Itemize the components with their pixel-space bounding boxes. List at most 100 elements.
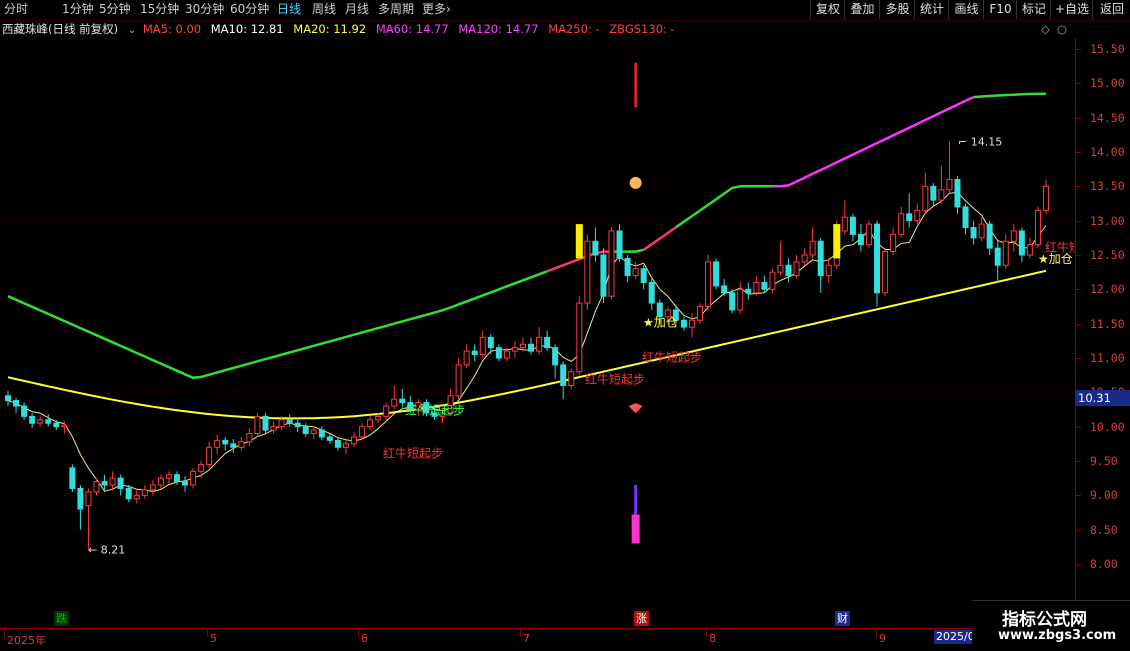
f10-button[interactable]: F10 xyxy=(983,0,1017,19)
candle-body xyxy=(254,415,261,435)
period-weekly[interactable]: 周线 xyxy=(312,1,336,18)
candle-body xyxy=(544,336,551,349)
overlay-button[interactable]: 叠加 xyxy=(844,0,880,19)
candle-body xyxy=(962,206,969,229)
period-5min[interactable]: 5分钟 xyxy=(99,1,131,18)
candle-body xyxy=(769,271,776,290)
date-tick-label: 2025年 xyxy=(7,634,46,647)
mark-button[interactable]: 标记 xyxy=(1016,0,1051,19)
period-15min[interactable]: 15分钟 xyxy=(140,1,179,18)
candle-body xyxy=(978,223,985,239)
price-tick-label: 15.00 xyxy=(1090,76,1125,91)
candle-body xyxy=(648,281,655,304)
price-tick-label: 14.00 xyxy=(1090,145,1125,159)
add-watchlist-button[interactable]: +自选 xyxy=(1050,0,1093,19)
candle-body xyxy=(117,477,124,489)
candle-body xyxy=(383,405,390,417)
signal-add-1: ★加仓 xyxy=(643,315,678,329)
event-badge-up[interactable]: 涨 xyxy=(634,611,649,626)
candle-body xyxy=(946,178,953,191)
price-tick-label: 11.00 xyxy=(1090,351,1125,365)
candle-body xyxy=(61,424,68,428)
candle-body xyxy=(1026,244,1033,256)
period-daily[interactable]: 日线 xyxy=(277,1,301,18)
candle-body xyxy=(359,426,366,438)
candle-body xyxy=(825,264,832,277)
candle-body xyxy=(149,484,156,491)
candle-body xyxy=(487,336,494,349)
candle-body xyxy=(294,422,301,428)
candle-body xyxy=(206,446,213,465)
candle-body xyxy=(93,481,100,493)
candle-body xyxy=(519,343,526,349)
candle-body xyxy=(552,347,559,366)
period-1min[interactable]: 1分钟 xyxy=(62,1,94,18)
ma-long-line xyxy=(7,269,1047,420)
stats-button[interactable]: 统计 xyxy=(914,0,949,19)
candle-body xyxy=(471,350,478,356)
candle-body xyxy=(133,494,140,500)
candle-body xyxy=(721,285,728,294)
back-button[interactable]: 返回 xyxy=(1092,0,1130,19)
period-monthly[interactable]: 月线 xyxy=(345,1,369,18)
candle-body xyxy=(970,227,977,239)
kline-chart[interactable]: ← 8.21⌐ 14.15红牛短起步红牛短起步红牛短起步红牛短起步★加仓★加仓红… xyxy=(0,20,1075,628)
candle-body xyxy=(230,443,237,448)
date-tick-label: 6 xyxy=(361,632,368,645)
candle-body xyxy=(1034,209,1041,246)
candle-body xyxy=(334,439,341,448)
candle-body xyxy=(608,230,615,297)
candle-body xyxy=(37,419,44,424)
date-tick-label: 5 xyxy=(210,632,217,645)
year-label-right: 2025/0 xyxy=(934,630,977,644)
draw-line-button[interactable]: 画线 xyxy=(948,0,984,19)
candle-body xyxy=(1043,185,1049,211)
candle-body xyxy=(640,268,647,283)
vol-bar-magenta xyxy=(631,514,640,544)
price-tick-label: 8.00 xyxy=(1090,557,1118,571)
candle-body xyxy=(914,209,921,222)
candle-body xyxy=(190,470,197,486)
candle-body xyxy=(302,426,309,435)
candle-body xyxy=(45,419,52,424)
date-tick-label: 8 xyxy=(709,632,716,645)
date-tick-mark xyxy=(358,629,359,637)
period-fenshi[interactable]: 分时 xyxy=(4,1,28,18)
candle-body xyxy=(761,281,768,290)
candle-body xyxy=(455,364,462,397)
price-tick-label: 14.50 xyxy=(1090,110,1125,125)
candle-body xyxy=(632,268,639,277)
top-toolbar: 分时 1分钟 5分钟 15分钟 30分钟 60分钟 日线 周线 月线 多周期 更… xyxy=(0,0,1130,21)
candle-body xyxy=(938,189,945,201)
watermark-title: 指标公式网 xyxy=(1002,610,1087,630)
candle-body xyxy=(528,343,535,352)
candle-body xyxy=(568,371,575,386)
fuquan-button[interactable]: 复权 xyxy=(810,0,845,19)
candle-body xyxy=(560,364,567,386)
price-tick-mark xyxy=(1076,564,1081,565)
band-green xyxy=(973,92,1047,99)
period-more[interactable]: 更多› xyxy=(422,1,451,18)
period-more-label: 更多 xyxy=(422,2,447,16)
signal-label-5: 红牛短 xyxy=(1045,240,1075,255)
date-tick-label: 7 xyxy=(523,632,530,645)
date-tick-mark xyxy=(4,629,5,637)
candle-body xyxy=(21,405,28,417)
multi-stock-button[interactable]: 多股 xyxy=(879,0,915,19)
period-60min[interactable]: 60分钟 xyxy=(230,1,269,18)
event-badge-finance[interactable]: 财 xyxy=(835,611,850,626)
period-multi[interactable]: 多周期 xyxy=(378,1,414,18)
candle-body xyxy=(753,281,760,294)
candle-body xyxy=(141,489,148,496)
candle-body xyxy=(857,233,864,246)
candle-body xyxy=(874,223,881,294)
price-tick-mark xyxy=(1076,83,1081,85)
candle-body xyxy=(198,463,205,472)
candle-body xyxy=(479,336,486,356)
price-tick-label: 12.50 xyxy=(1090,248,1125,262)
price-tick-label: 13.50 xyxy=(1090,179,1125,194)
event-badge-down[interactable]: 跌 xyxy=(54,611,69,626)
signal-label-2: 红牛短起步 xyxy=(405,402,465,417)
period-30min[interactable]: 30分钟 xyxy=(185,1,224,18)
current-price-box: 10.31 xyxy=(1075,390,1130,406)
